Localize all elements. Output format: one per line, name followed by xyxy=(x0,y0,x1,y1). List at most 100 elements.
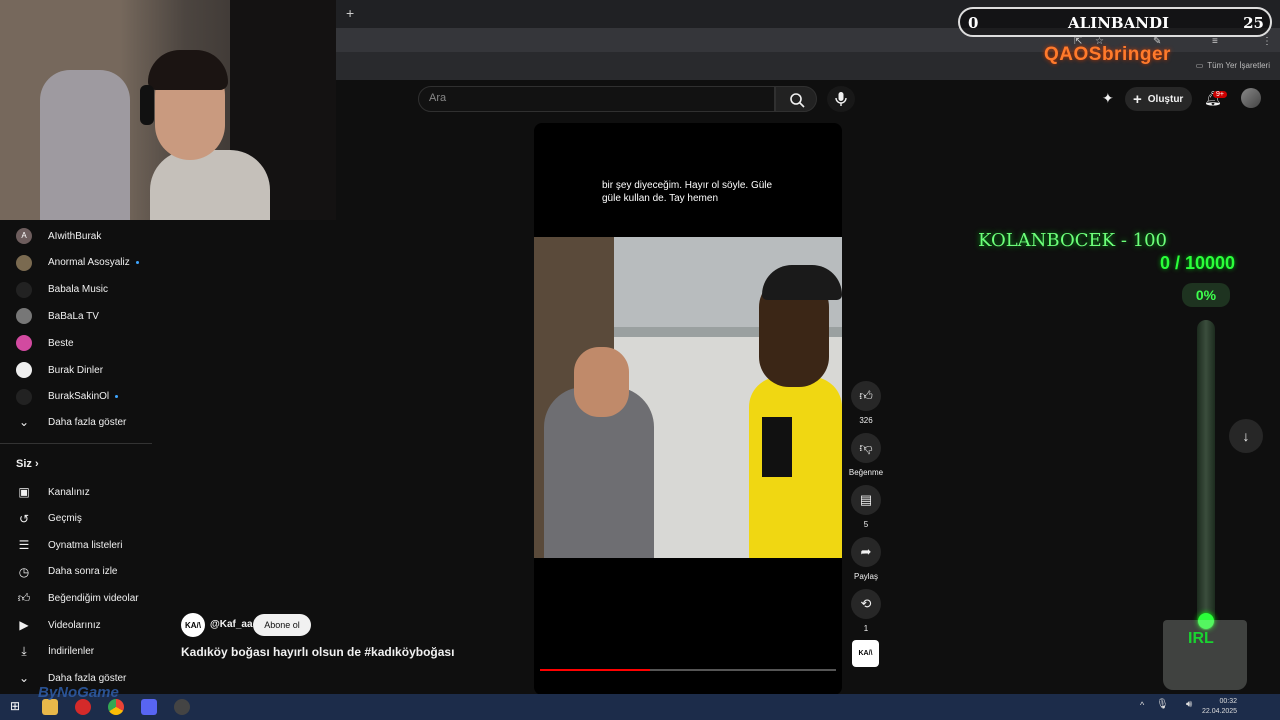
irl-label: IRL xyxy=(1188,630,1214,647)
goal-banner: 0 ALINBANDI 25 xyxy=(958,7,1272,37)
you-item-label: Daha fazla göster xyxy=(48,672,127,684)
subscription-item[interactable]: BaBaLa TV xyxy=(16,305,99,327)
search-input[interactable]: Ara xyxy=(418,86,775,112)
tray-mic-icon[interactable]: 🎙︎ xyxy=(1156,699,1169,710)
plus-icon: + xyxy=(1133,90,1142,108)
sponsor-logo: ByNoGame xyxy=(38,684,119,701)
arrow-down-icon: ↓ xyxy=(1242,428,1250,444)
you-item[interactable]: ☰ Oynatma listeleri xyxy=(16,534,123,556)
clock-time: 00:32 xyxy=(1219,698,1238,705)
short-title[interactable]: Kadıköy boğası hayırlı olsun de #kadıköy… xyxy=(181,645,454,659)
you-item-label: Geçmiş xyxy=(48,513,82,525)
video-frame[interactable] xyxy=(534,237,842,558)
subscription-item[interactable]: Anormal Asosyaliz xyxy=(16,252,139,274)
channel-avatar[interactable]: KA/\ xyxy=(181,613,205,637)
subscription-label: Beste xyxy=(48,337,74,349)
sound-channel-thumbnail[interactable]: KA/\ xyxy=(852,640,879,667)
obs-icon[interactable] xyxy=(174,699,190,715)
you-item[interactable]: ◷ Daha sonra izle xyxy=(16,561,118,583)
all-bookmarks-label: Tüm Yer İşaretleri xyxy=(1207,61,1270,70)
your-videos-icon: ▶ xyxy=(19,618,29,632)
chevron-down-icon: ⌄ xyxy=(18,415,30,429)
channel-handle[interactable]: @Kaf_aa xyxy=(210,619,253,630)
subscription-item[interactable]: Burak Dinler xyxy=(16,359,103,381)
thumbs-down-icon: 👎︎ xyxy=(859,440,873,455)
discord-icon[interactable] xyxy=(141,699,157,715)
you-item[interactable]: ⤓ İndirilenler xyxy=(16,641,94,663)
voice-search-button[interactable] xyxy=(827,86,855,112)
clock-date: 22.04.2025 xyxy=(1202,708,1238,715)
you-item[interactable]: ↺ Geçmiş xyxy=(16,508,82,530)
downloads-icon: ⤓ xyxy=(21,644,27,659)
channel-avatar xyxy=(16,308,32,325)
windows-start-icon[interactable]: ⊞ xyxy=(10,699,20,713)
subscription-label: BurakSakinOl xyxy=(48,391,110,403)
channel-avatar xyxy=(16,362,32,378)
you-section-heading[interactable]: Siz › xyxy=(16,458,39,470)
comment-icon: ▤ xyxy=(859,492,873,507)
top-donor: KOLANBOCEK - 100 xyxy=(978,230,1167,251)
liked-icon: 👍︎ xyxy=(17,590,31,605)
show-more-label: Daha fazla göster xyxy=(48,416,127,428)
new-tab-button[interactable]: + xyxy=(346,5,354,21)
channel-avatar xyxy=(16,281,32,298)
playlists-icon: ☰ xyxy=(18,538,30,553)
subscription-label: Babala Music xyxy=(48,284,109,296)
menu-list-icon[interactable]: ≡ xyxy=(1212,36,1218,47)
file-explorer-icon[interactable] xyxy=(42,699,58,715)
remix-icon: ⟲ xyxy=(860,596,872,611)
watch-later-icon: ◷ xyxy=(18,564,30,579)
webcam-overlay xyxy=(0,0,336,220)
you-item-label: Kanalınız xyxy=(48,486,90,498)
subscription-label: Anormal Asosyaliz xyxy=(48,257,130,269)
history-icon: ↺ xyxy=(18,511,30,526)
subscription-label: AIwithBurak xyxy=(48,230,102,242)
video-caption: bir şey diyeceğim. Hayır ol söyle. Güle … xyxy=(602,180,773,204)
subscription-item[interactable]: Beste xyxy=(16,332,74,354)
you-item-label: İndirilenler xyxy=(48,646,95,658)
subscription-label: Burak Dinler xyxy=(48,364,104,376)
notification-badge: 9+ xyxy=(1213,91,1227,98)
chevron-down-icon: ⌄ xyxy=(18,671,30,686)
dislike-button[interactable]: 👎︎ xyxy=(851,433,881,463)
remix-count: 1 xyxy=(863,624,869,633)
thumbs-up-icon: 👍︎ xyxy=(859,388,873,403)
subscribe-button[interactable]: Abone ol xyxy=(253,614,311,636)
taskbar-clock[interactable]: 00:32 22.04.2025 xyxy=(1202,697,1237,717)
subscription-item[interactable]: Babala Music xyxy=(16,279,108,301)
show-more-subscriptions[interactable]: ⌄ Daha fazla göster xyxy=(16,411,126,433)
sidebar-divider xyxy=(0,443,152,444)
subscription-label: BaBaLa TV xyxy=(48,310,99,322)
chrome-icon[interactable] xyxy=(108,699,124,715)
like-button[interactable]: 👍︎ xyxy=(851,381,881,411)
next-short-button[interactable]: ↓ xyxy=(1229,419,1263,453)
new-content-dot xyxy=(135,261,139,265)
all-bookmarks-link[interactable]: ▭ Tüm Yer İşaretleri xyxy=(1196,61,1270,70)
create-button[interactable]: + Oluştur xyxy=(1125,87,1192,111)
donation-percent: 0% xyxy=(1182,283,1230,307)
subscription-item[interactable]: A AIwithBurak xyxy=(16,225,101,247)
cast-puzzle-icon[interactable]: ✦ xyxy=(1102,90,1114,107)
volume-icon[interactable]: 🔊︎ xyxy=(1186,699,1192,710)
like-count: 326 xyxy=(859,416,873,425)
progress-fill xyxy=(540,669,650,671)
you-item-label: Beğendiğim videolar xyxy=(48,592,139,604)
channel-icon: ▣ xyxy=(18,485,30,499)
dislike-label: Beğenme xyxy=(848,468,884,477)
streamer-brand: QAOSbringer xyxy=(1044,44,1171,65)
comments-button[interactable]: ▤ xyxy=(851,485,881,515)
subscription-item[interactable]: BurakSakinOl xyxy=(16,386,119,408)
you-item[interactable]: ▶ Videolarınız xyxy=(16,614,100,636)
remix-button[interactable]: ⟲ xyxy=(851,589,881,619)
you-item[interactable]: 👍︎ Beğendiğim videolar xyxy=(16,587,139,609)
you-item-label: Oynatma listeleri xyxy=(48,539,123,551)
search-button[interactable] xyxy=(775,86,817,112)
you-section-label: Siz xyxy=(16,458,32,470)
kebab-menu-icon[interactable]: ⋮ xyxy=(1262,36,1272,47)
account-avatar[interactable] xyxy=(1241,88,1261,108)
share-button[interactable]: ➦ xyxy=(851,537,881,567)
you-item[interactable]: ▣ Kanalınız xyxy=(16,481,90,503)
opera-icon[interactable] xyxy=(75,699,91,715)
comment-count: 5 xyxy=(863,520,869,529)
tray-chevron-icon[interactable]: ^ xyxy=(1140,700,1144,710)
